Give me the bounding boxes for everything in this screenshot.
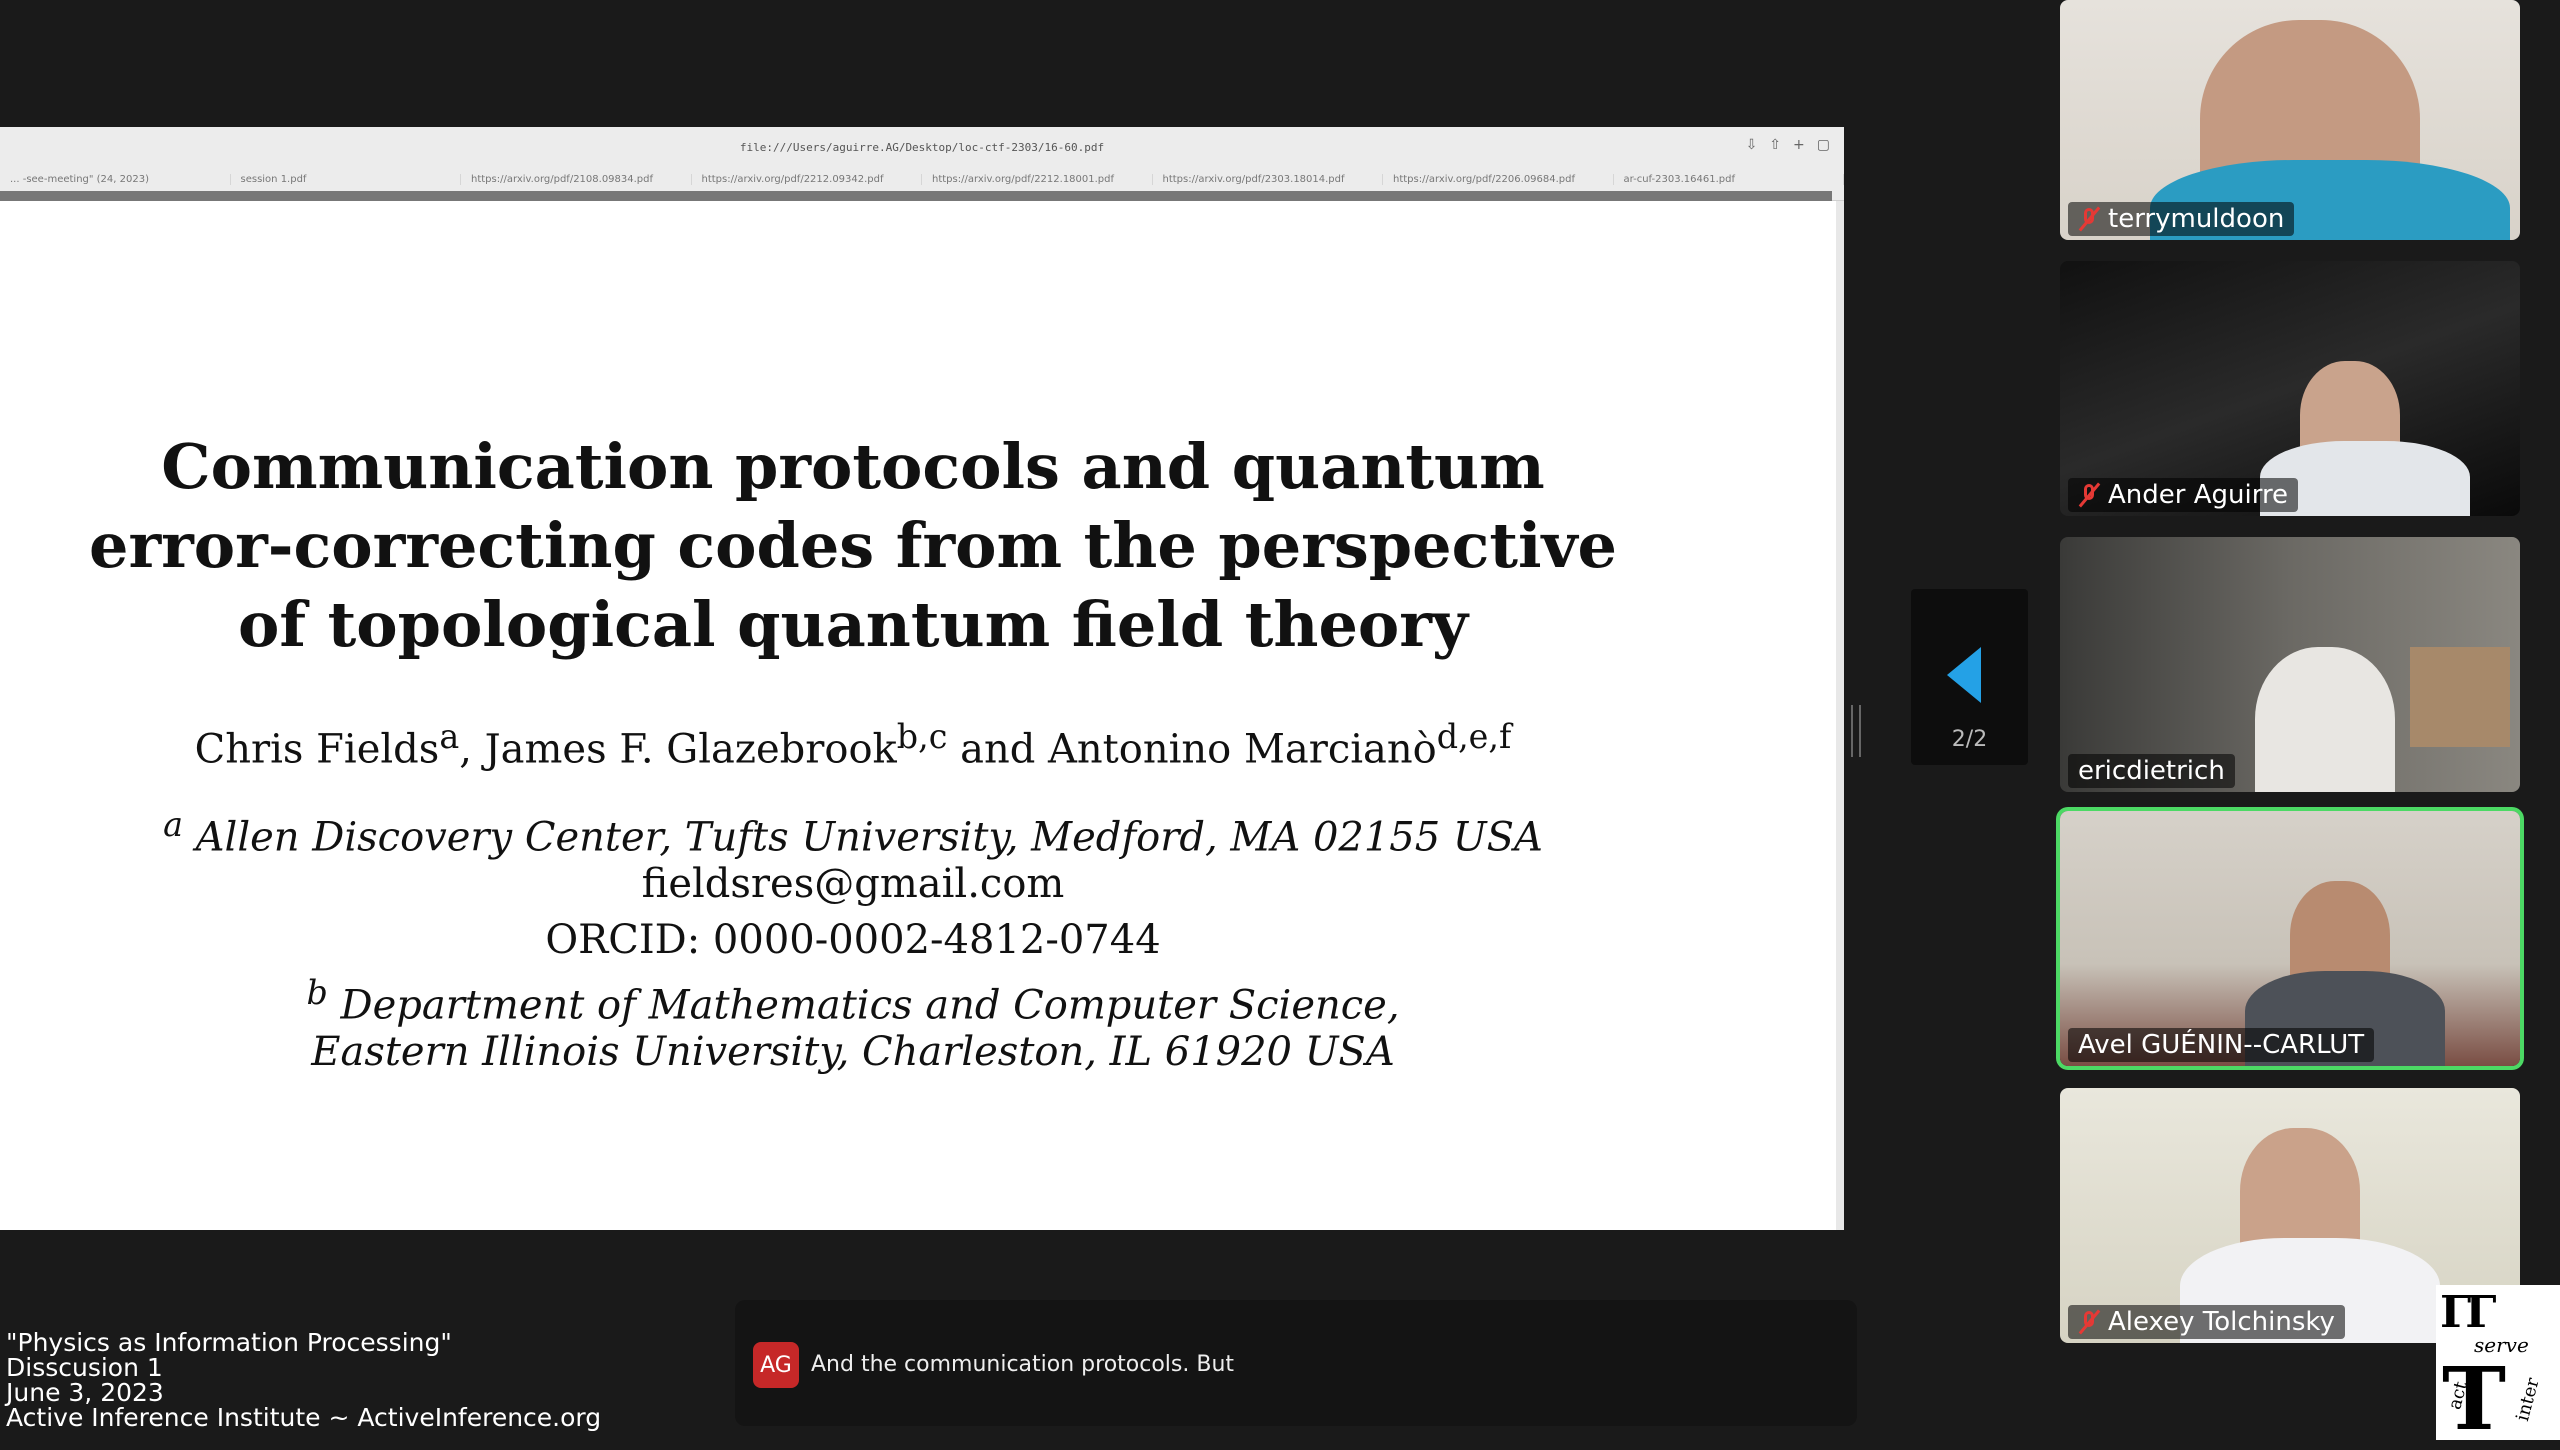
- participant-name-label: ericdietrich: [2068, 754, 2235, 788]
- affiliation-a: a Allen Discovery Center, Tufts Universi…: [0, 805, 1706, 860]
- browser-tab[interactable]: https://arxiv.org/pdf/2212.18001.pdf: [922, 174, 1153, 185]
- paper-title: Communication protocols and quantum erro…: [0, 427, 1706, 664]
- participant-name: Ander Aguirre: [2108, 480, 2289, 510]
- stream-info-overlay: "Physics as Information Processing" Diss…: [6, 1330, 601, 1430]
- participant-tile[interactable]: Ander Aguirre: [2060, 261, 2520, 516]
- participant-name: Avel GUÉNIN--CARLUT: [2078, 1030, 2365, 1060]
- participant-name-label: Avel GUÉNIN--CARLUT: [2068, 1028, 2375, 1062]
- browser-tab[interactable]: https://arxiv.org/pdf/2212.09342.pdf: [692, 174, 922, 185]
- title-line: Communication protocols and quantum: [161, 430, 1545, 503]
- affil-text: Allen Discovery Center, Tufts University…: [195, 814, 1543, 861]
- participant-name-label: Ander Aguirre: [2068, 478, 2299, 512]
- speaker-avatar: AG: [753, 1342, 799, 1388]
- active-inference-logo: ΓΓ serve T act inter: [2436, 1285, 2560, 1450]
- caption-text: And the communication protocols. But: [811, 1352, 1235, 1377]
- participant-name-label: Alexey Tolchinsky: [2068, 1305, 2345, 1339]
- tabs-overview-icon[interactable]: ▢: [1817, 137, 1830, 153]
- participant-name-label: terrymuldoon: [2068, 202, 2295, 236]
- pdf-page: Communication protocols and quantum erro…: [0, 201, 1836, 1230]
- affiliation-b: b Department of Mathematics and Computer…: [0, 973, 1706, 1028]
- participant-tile-active-speaker[interactable]: Avel GUÉNIN--CARLUT: [2060, 811, 2520, 1066]
- gallery-pager: 2/2: [1911, 589, 2028, 765]
- mic-muted-icon: [2078, 206, 2100, 232]
- author-name: , James F. Glazebrook: [459, 726, 897, 773]
- page-count: 2/2: [1951, 727, 1988, 752]
- participant-tile[interactable]: ericdietrich: [2060, 537, 2520, 792]
- tab-bar: ... -see-meeting" (24, 2023) session 1.p…: [0, 167, 1844, 192]
- chevron-left-icon[interactable]: [1947, 647, 1981, 703]
- stream-date: June 3, 2023: [6, 1378, 164, 1407]
- paper-authors: Chris Fieldsa, James F. Glazebrookb,c an…: [0, 717, 1706, 772]
- orcid: ORCID: 0000-0002-4812-0744: [545, 917, 1161, 963]
- affil-text: Department of Mathematics and Computer S…: [340, 982, 1400, 1029]
- download-icon[interactable]: ⇩: [1746, 137, 1758, 153]
- panel-resize-handle[interactable]: [1851, 705, 1861, 757]
- mic-muted-icon: [2078, 482, 2100, 508]
- author-affil-sup: b,c: [896, 717, 948, 756]
- affil-sup: b: [306, 973, 328, 1012]
- affiliation-b-line2: Eastern Illinois University, Charleston,…: [311, 1029, 1395, 1075]
- author-affil-sup: d,e,f: [1436, 717, 1512, 756]
- title-line: error-correcting codes from the perspect…: [89, 509, 1617, 582]
- email: fieldsres@gmail.com: [641, 861, 1065, 907]
- browser-tab[interactable]: https://arxiv.org/pdf/2108.09834.pdf: [461, 174, 692, 185]
- browser-chrome: file:///Users/aguirre.AG/Desktop/loc-ctf…: [0, 127, 1844, 201]
- url-bar[interactable]: file:///Users/aguirre.AG/Desktop/loc-ctf…: [0, 127, 1844, 167]
- author-name: Chris Fields: [194, 726, 440, 773]
- affil-sup: a: [163, 805, 183, 844]
- title-line: of topological quantum field theory: [238, 588, 1468, 661]
- participant-name: Alexey Tolchinsky: [2108, 1307, 2335, 1337]
- participant-tile[interactable]: terrymuldoon: [2060, 0, 2520, 240]
- participant-name: terrymuldoon: [2108, 204, 2285, 234]
- stream-org: Active Inference Institute ~ ActiveInfer…: [6, 1403, 602, 1432]
- browser-tab[interactable]: session 1.pdf: [231, 174, 461, 185]
- stream-subtitle: Disscusion 1: [6, 1353, 163, 1382]
- shared-screen: file:///Users/aguirre.AG/Desktop/loc-ctf…: [0, 127, 1844, 1230]
- browser-tab-active[interactable]: ar-cuf-2303.16461.pdf: [1614, 174, 1844, 185]
- browser-tab[interactable]: ... -see-meeting" (24, 2023): [0, 174, 231, 185]
- browser-tab[interactable]: https://arxiv.org/pdf/2303.18014.pdf: [1153, 174, 1383, 185]
- browser-tab[interactable]: https://arxiv.org/pdf/2206.09684.pdf: [1383, 174, 1614, 185]
- share-icon[interactable]: ⇧: [1769, 137, 1781, 153]
- new-tab-icon[interactable]: +: [1793, 137, 1805, 153]
- author-name: and Antonino Marcianò: [947, 726, 1437, 773]
- stream-title: "Physics as Information Processing": [6, 1328, 452, 1357]
- url-text: file:///Users/aguirre.AG/Desktop/loc-ctf…: [739, 140, 1105, 154]
- loading-bar: [0, 191, 1832, 201]
- browser-toolbar: ⇩ ⇧ + ▢: [1746, 137, 1830, 153]
- author-affil-sup: a: [439, 717, 460, 756]
- live-caption: AG And the communication protocols. But: [735, 1300, 1857, 1426]
- mic-muted-icon: [2078, 1309, 2100, 1335]
- pdf-scrollbar[interactable]: [1836, 201, 1844, 1230]
- participant-name: ericdietrich: [2078, 756, 2225, 786]
- participant-video: [2255, 647, 2395, 792]
